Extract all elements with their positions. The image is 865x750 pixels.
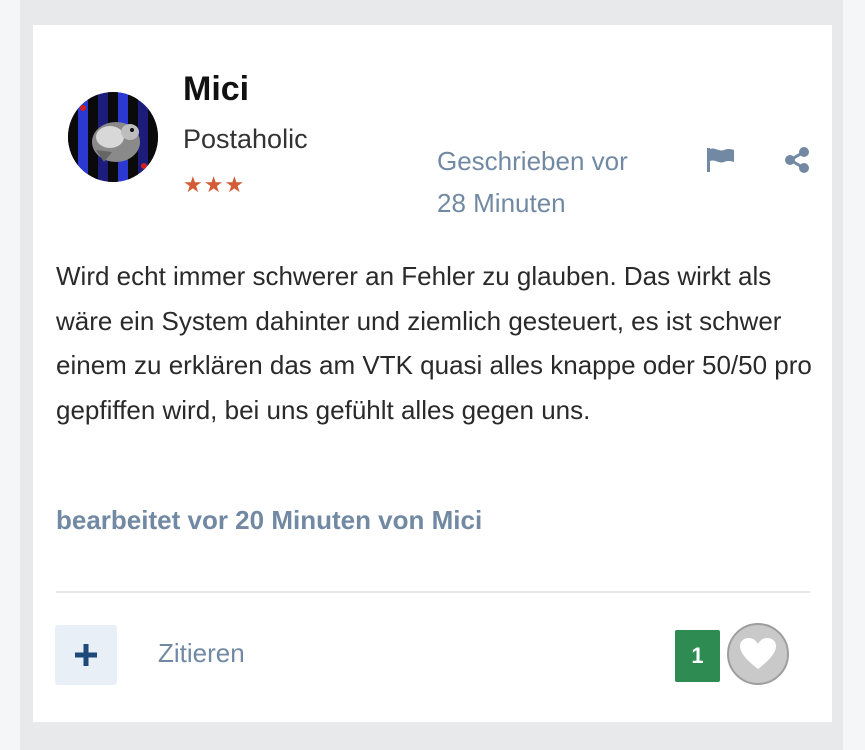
right-margin [843,0,865,750]
author-rank: Postaholic [183,124,308,154]
edited-note: bearbeitet vor 20 Minuten von Mici [56,505,483,535]
written-label: Geschrieben vor [437,146,628,176]
heart-icon [740,638,776,669]
plus-icon [75,644,97,666]
quote-button[interactable]: Zitieren [158,638,245,669]
author-avatar[interactable] [68,92,158,182]
left-margin [0,0,20,750]
multiquote-button[interactable] [55,625,117,685]
reaction-count-badge[interactable]: 1 [675,630,720,682]
share-button[interactable] [780,143,814,177]
divider [56,591,810,593]
share-icon [785,147,809,173]
report-button[interactable] [704,143,738,177]
author-name[interactable]: Mici [183,70,249,109]
post-content: Wird echt immer schwerer an Fehler zu gl… [56,261,812,425]
post-timestamp[interactable]: Geschrieben vor 28 Minuten [437,140,687,224]
rank-stars: ★★★ [183,172,246,197]
time-ago: 28 Minuten [437,188,566,218]
like-button[interactable] [727,623,789,685]
flag-icon [707,148,734,172]
avatar-image [68,92,158,182]
